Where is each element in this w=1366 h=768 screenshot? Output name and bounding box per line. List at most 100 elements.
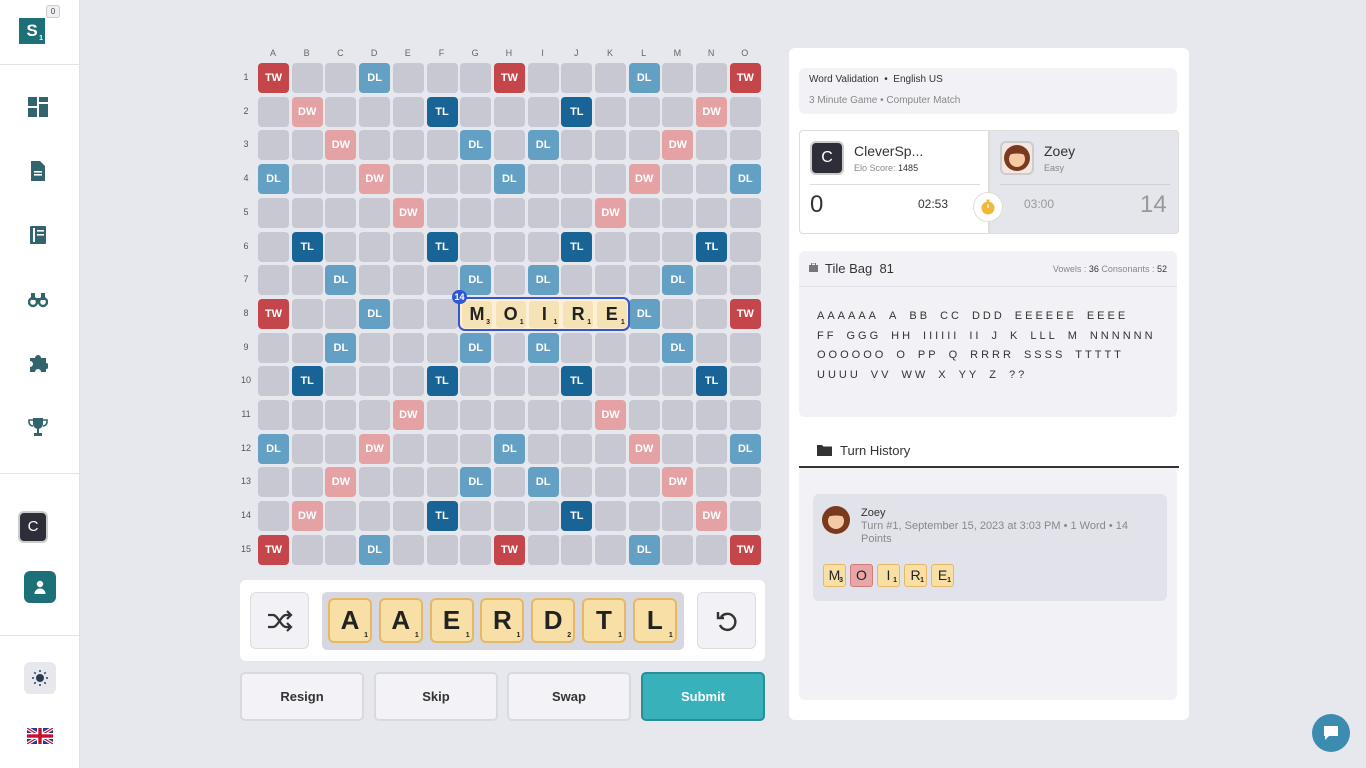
board-cell[interactable] [460,433,492,464]
board-cell[interactable] [291,298,323,329]
board-cell[interactable] [527,433,559,464]
board-cell[interactable]: DL [628,298,660,329]
placed-word[interactable]: M3O1I1R1E1 [458,297,630,331]
board-cell[interactable] [628,366,660,397]
board-cell[interactable] [325,501,357,532]
board-cell[interactable]: TL [561,231,593,262]
board-cell[interactable]: TW [258,298,289,329]
board-cell[interactable] [359,332,391,363]
board-cell[interactable] [662,501,694,532]
board-cell[interactable]: TL [561,366,593,397]
board-cell[interactable] [561,534,593,565]
board-cell[interactable]: DL [460,265,492,296]
board-cell[interactable] [359,231,391,262]
board-cell[interactable]: DL [359,534,391,565]
board-cell[interactable] [729,366,761,397]
board-cell[interactable] [696,467,728,498]
board-cell[interactable] [696,400,728,430]
board-cell[interactable] [291,400,323,430]
trophy-icon[interactable] [28,417,48,437]
board-cell[interactable] [595,265,626,296]
notification-badge[interactable]: 0 [46,5,60,18]
board-cell[interactable] [392,298,424,329]
board-cell[interactable] [527,501,559,532]
theme-toggle-button[interactable] [24,662,56,694]
board-cell[interactable] [291,433,323,464]
board-cell[interactable] [258,467,289,498]
board-cell[interactable] [561,400,593,430]
board-cell[interactable] [460,231,492,262]
board-cell[interactable] [729,197,761,228]
board-cell[interactable] [561,197,593,228]
board-cell[interactable] [628,231,660,262]
board-cell[interactable] [426,467,458,498]
board-cell[interactable] [392,96,424,127]
board-cell[interactable] [595,164,626,195]
board-cell[interactable]: DL [527,265,559,296]
board-cell[interactable] [628,96,660,127]
board-cell[interactable]: DL [729,433,761,464]
board-cell[interactable] [359,366,391,397]
board-cell[interactable] [392,534,424,565]
board-cell[interactable]: TW [729,534,761,565]
uk-flag-icon[interactable] [26,726,54,746]
board-cell[interactable]: DW [662,467,694,498]
board-cell[interactable] [662,433,694,464]
board-cell[interactable] [628,501,660,532]
board-cell[interactable]: TW [493,534,525,565]
board-cell[interactable] [291,164,323,195]
board-tile[interactable]: O1 [495,301,526,328]
board-cell[interactable]: DW [696,96,728,127]
board-cell[interactable]: DW [325,467,357,498]
board-cell[interactable] [460,366,492,397]
board-cell[interactable]: TW [729,298,761,329]
board-cell[interactable] [561,467,593,498]
recall-button[interactable] [697,592,756,649]
board-cell[interactable] [325,298,357,329]
board-cell[interactable]: DL [359,298,391,329]
rack-tile[interactable]: L1 [632,598,677,643]
board-cell[interactable] [561,130,593,161]
rack-tile[interactable]: A1 [378,598,423,643]
board-cell[interactable] [426,400,458,430]
board-cell[interactable]: TL [426,501,458,532]
board-cell[interactable] [325,433,357,464]
board-cell[interactable] [696,265,728,296]
board-cell[interactable] [696,332,728,363]
dashboard-icon[interactable] [28,97,48,117]
board-cell[interactable] [460,501,492,532]
board-cell[interactable] [325,96,357,127]
board-cell[interactable] [359,400,391,430]
board-cell[interactable]: DL [662,332,694,363]
board-cell[interactable] [729,130,761,161]
board-cell[interactable]: DL [493,164,525,195]
board-cell[interactable]: DL [359,63,391,93]
board-cell[interactable]: DL [460,332,492,363]
skip-button[interactable]: Skip [374,672,498,721]
rack-tile[interactable]: E1 [429,598,474,643]
board-cell[interactable]: TL [561,96,593,127]
board-cell[interactable] [460,197,492,228]
board-cell[interactable] [527,366,559,397]
board-cell[interactable] [291,332,323,363]
board-cell[interactable]: TL [561,501,593,532]
binoculars-icon[interactable] [28,289,48,309]
board-cell[interactable] [258,231,289,262]
board-cell[interactable] [595,501,626,532]
board-cell[interactable] [662,366,694,397]
board-cell[interactable] [426,130,458,161]
board-cell[interactable] [258,366,289,397]
app-logo[interactable]: S1 [19,18,45,44]
board-cell[interactable]: DL [628,63,660,93]
history-entry[interactable]: Zoey Turn #1, September 15, 2023 at 3:03… [813,494,1167,601]
board-cell[interactable] [258,501,289,532]
board-cell[interactable]: DW [662,130,694,161]
board-cell[interactable] [359,197,391,228]
board-cell[interactable] [729,501,761,532]
board-cell[interactable] [460,96,492,127]
board-cell[interactable] [291,130,323,161]
board-cell[interactable]: DW [595,400,626,430]
board-cell[interactable] [696,534,728,565]
board-cell[interactable] [493,265,525,296]
board-cell[interactable] [426,197,458,228]
